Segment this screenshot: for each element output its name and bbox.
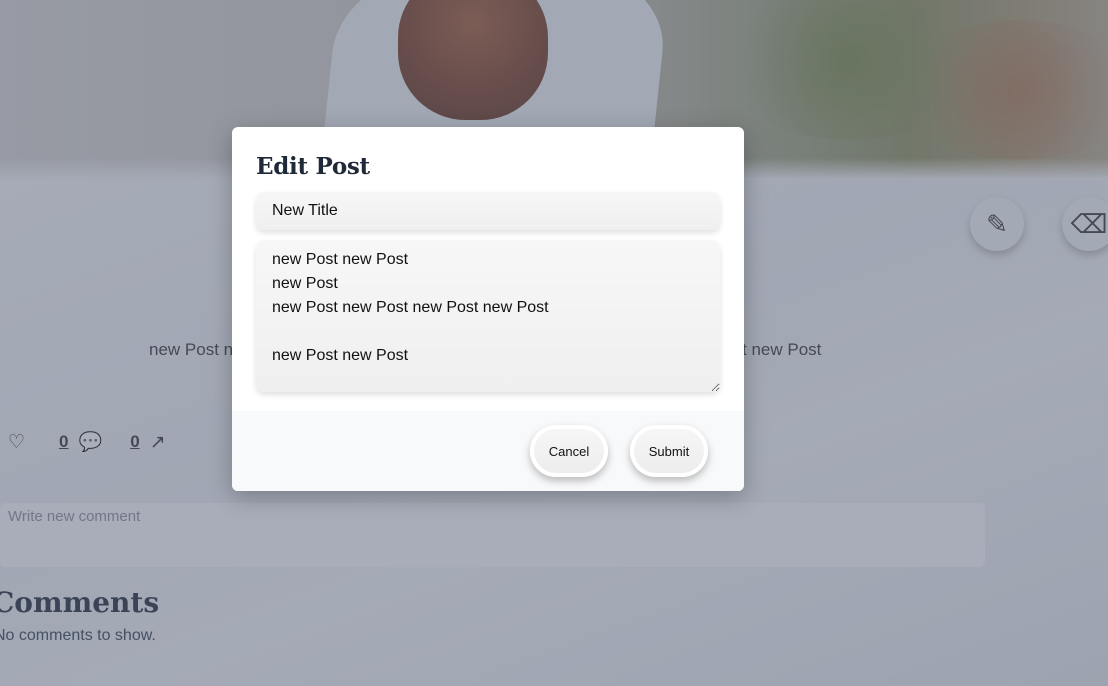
post-title-input[interactable] [256, 192, 720, 230]
modal-footer: Cancel Submit [232, 411, 744, 491]
post-body-textarea[interactable]: new Post new Post new Post new Post new … [256, 240, 720, 392]
edit-post-modal: Edit Post new Post new Post new Post new… [232, 127, 744, 491]
modal-title: Edit Post [256, 153, 370, 180]
cancel-button[interactable]: Cancel [530, 425, 608, 477]
submit-button[interactable]: Submit [630, 425, 708, 477]
